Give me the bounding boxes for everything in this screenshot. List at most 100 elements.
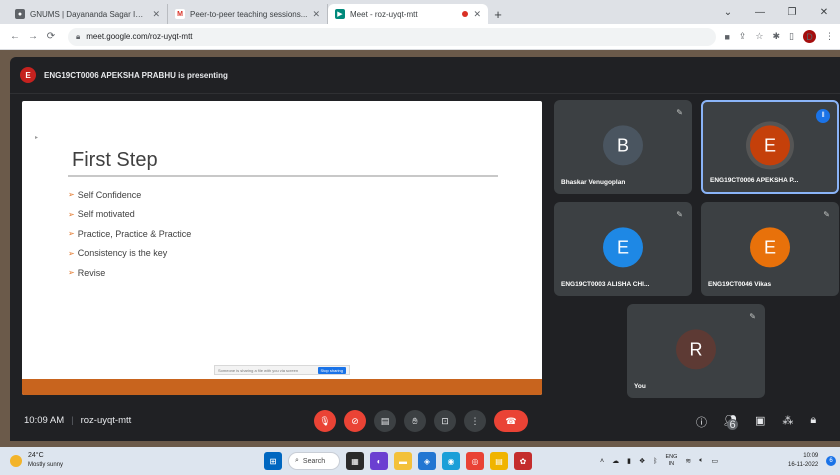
meeting-info-icon[interactable]: ⓘ xyxy=(696,414,707,438)
start-icon[interactable]: ⊞ xyxy=(264,452,282,470)
extensions-icon[interactable]: ✱ xyxy=(773,31,781,42)
onedrive-icon[interactable]: ☁︎ xyxy=(612,457,619,465)
system-tray: ˄ ☁︎ ▮ ❖ ᛒ ENG IN ≋ 🔈︎ ▭ xyxy=(600,454,718,468)
side-panel-controls: ⓘ 👥︎6 ▣ ⁂ 🔒︎ xyxy=(696,414,816,438)
sidebar-icon[interactable]: ▯ xyxy=(789,31,794,42)
chevron-up-icon[interactable]: ˄ xyxy=(600,458,604,465)
share-icon[interactable]: ⇪ xyxy=(739,31,747,42)
menu-kebab-icon[interactable]: ⋮ xyxy=(825,31,834,42)
battery-icon[interactable]: ▭ xyxy=(711,457,718,465)
participant-name: ENG19CT0003 ALISHA CHI... xyxy=(561,281,650,288)
participant-name: ENG19CT0006 APEKSHA P... xyxy=(710,177,799,184)
browser-tab-meet[interactable]: ▶ Meet - roz-uyqt-mtt ✕ xyxy=(328,4,488,24)
avatar: B xyxy=(603,125,643,166)
avatar: R xyxy=(676,329,716,370)
wifi-icon[interactable]: ≋ xyxy=(685,457,691,465)
bullet-arrow-icon: ➢ xyxy=(68,248,75,258)
tab-title: Peer-to-peer teaching sessions... xyxy=(190,9,308,19)
avatar: E xyxy=(603,227,643,268)
leave-call-button[interactable]: ☎︎ xyxy=(494,410,528,432)
captions-button[interactable]: ▤ xyxy=(374,410,396,432)
globe-icon: ● xyxy=(15,9,25,19)
clock-time: 10:09 xyxy=(803,453,819,459)
stop-sharing-button[interactable]: Stop sharing xyxy=(317,366,346,374)
meeting-code: roz-uyqt-mtt xyxy=(80,415,132,426)
presenter-avatar: E xyxy=(20,67,36,83)
bluetooth-icon[interactable]: ᛒ xyxy=(653,458,657,465)
participant-tile-active[interactable]: ⦀ E ENG19CT0006 APEKSHA P... xyxy=(701,100,839,194)
app-icon[interactable]: ✿ xyxy=(514,452,532,470)
slide-bullet-list: ➢ Self Confidence ➢ Self motivated ➢ Practi… xyxy=(68,185,191,283)
edge-icon[interactable]: ◉ xyxy=(442,452,460,470)
new-tab-button[interactable]: + xyxy=(488,4,508,24)
participant-tile[interactable]: ✎ E ENG19CT0046 Vikas xyxy=(701,202,839,296)
present-screen-button[interactable]: ⊡ xyxy=(434,410,456,432)
mic-toggle-button[interactable]: 🎙︎ xyxy=(314,410,336,432)
reload-icon[interactable]: ⟳ xyxy=(42,28,60,46)
close-icon[interactable]: ✕ xyxy=(473,9,481,20)
store-icon[interactable]: ◈ xyxy=(418,452,436,470)
meet-control-bar: 10:09 AM | roz-uyqt-mtt 🎙︎ ⊘ ▤ ✋︎ ⊡ ⋮ ☎︎ ⓘ… xyxy=(10,401,840,441)
participant-name: Bhaskar Venugoplan xyxy=(561,179,626,186)
language-indicator[interactable]: ENG IN xyxy=(665,454,677,468)
close-window-icon[interactable]: ✕ xyxy=(808,0,840,24)
url-input[interactable]: 🔒︎ meet.google.com/roz-uyqt-mtt xyxy=(68,27,717,46)
taskbar-search[interactable]: ⌕ Search xyxy=(288,452,340,470)
clock-date: 16-11-2022 xyxy=(788,462,819,468)
close-icon[interactable]: ✕ xyxy=(152,9,160,20)
tab-search-icon[interactable]: ⌄ xyxy=(712,0,744,24)
participant-tile[interactable]: ✎ B Bhaskar Venugoplan xyxy=(554,100,692,194)
cursor-icon: ▸ xyxy=(35,135,39,141)
minimize-icon[interactable]: — xyxy=(744,0,776,24)
list-item: ➢ Self motivated xyxy=(68,209,135,220)
recording-dot-icon xyxy=(462,11,469,17)
screen-share-toolbar: Someone is sharing a file with you via s… xyxy=(214,365,350,375)
chrome-icon[interactable]: ◎ xyxy=(466,452,484,470)
browser-tab-gmail[interactable]: M Peer-to-peer teaching sessions... ✕ xyxy=(168,4,328,24)
window-controls: ⌄ — ❐ ✕ xyxy=(712,0,840,24)
camera-indicator-icon[interactable]: ■ xyxy=(724,32,729,42)
chat-icon[interactable]: ▣ xyxy=(755,414,765,438)
activities-icon[interactable]: ⁂ xyxy=(782,414,793,438)
participant-tile-self[interactable]: ✎ R You xyxy=(627,304,765,398)
mic-off-icon: ✎ xyxy=(823,210,830,219)
taskbar-apps: ⊞ ⌕ Search ▦ ◐ ▬ ◈ ◉ ◎ ▤ ✿ xyxy=(264,452,532,470)
presenting-banner: E ENG19CT0006 APEKSHA PRABHU is presenti… xyxy=(20,65,228,85)
more-options-button[interactable]: ⋮ xyxy=(464,410,486,432)
profile-avatar[interactable]: D xyxy=(803,30,816,43)
file-explorer-icon[interactable]: ▬ xyxy=(394,452,412,470)
browser-tab-gnums[interactable]: ● GNUMS | Dayananda Sagar Insti... ✕ xyxy=(8,4,168,24)
taskbar-clock[interactable]: 10:09 16-11-2022 xyxy=(788,452,818,470)
speaking-indicator-icon: ⦀ xyxy=(816,109,830,123)
bookmark-star-icon[interactable]: ☆ xyxy=(755,31,763,42)
weather-widget[interactable]: 24°C Mostly sunny xyxy=(28,451,63,470)
chat-app-icon[interactable]: ◐ xyxy=(370,452,388,470)
meeting-details: 10:09 AM | roz-uyqt-mtt xyxy=(24,415,131,426)
folder-icon[interactable]: ▤ xyxy=(490,452,508,470)
network-icon[interactable]: ▮ xyxy=(627,457,631,465)
people-icon[interactable]: 👥︎6 xyxy=(724,414,738,438)
avatar: E xyxy=(750,227,790,268)
raise-hand-button[interactable]: ✋︎ xyxy=(404,410,426,432)
search-icon: ⌕ xyxy=(295,457,299,464)
camera-toggle-button[interactable]: ⊘ xyxy=(344,410,366,432)
forward-icon[interactable]: → xyxy=(24,28,42,46)
task-view-icon[interactable]: ▦ xyxy=(346,452,364,470)
weather-temp: 24°C xyxy=(28,452,44,459)
avatar: E xyxy=(750,125,790,166)
notification-badge[interactable]: 6 xyxy=(826,456,836,466)
mic-off-icon: ✎ xyxy=(676,210,683,219)
lock-icon[interactable]: 🔒︎ xyxy=(76,32,80,42)
browser-tab-bar: ● GNUMS | Dayananda Sagar Insti... ✕ M P… xyxy=(0,0,840,24)
meet-icon: ▶ xyxy=(335,9,345,19)
windows-taskbar: 24°C Mostly sunny ⊞ ⌕ Search ▦ ◐ ▬ ◈ ◉ ◎ … xyxy=(0,447,840,475)
dropbox-icon[interactable]: ❖ xyxy=(639,457,645,465)
host-controls-icon[interactable]: 🔒︎ xyxy=(810,414,816,438)
participant-tile[interactable]: ✎ E ENG19CT0003 ALISHA CHI... xyxy=(554,202,692,296)
back-icon[interactable]: ← xyxy=(6,28,24,46)
shared-screen[interactable]: ▸ First Step ➢ Self Confidence ➢ Self moti… xyxy=(22,101,542,395)
volume-icon[interactable]: 🔈︎ xyxy=(699,457,703,465)
gmail-icon: M xyxy=(175,9,185,19)
close-icon[interactable]: ✕ xyxy=(312,9,320,20)
restore-icon[interactable]: ❐ xyxy=(776,0,808,24)
